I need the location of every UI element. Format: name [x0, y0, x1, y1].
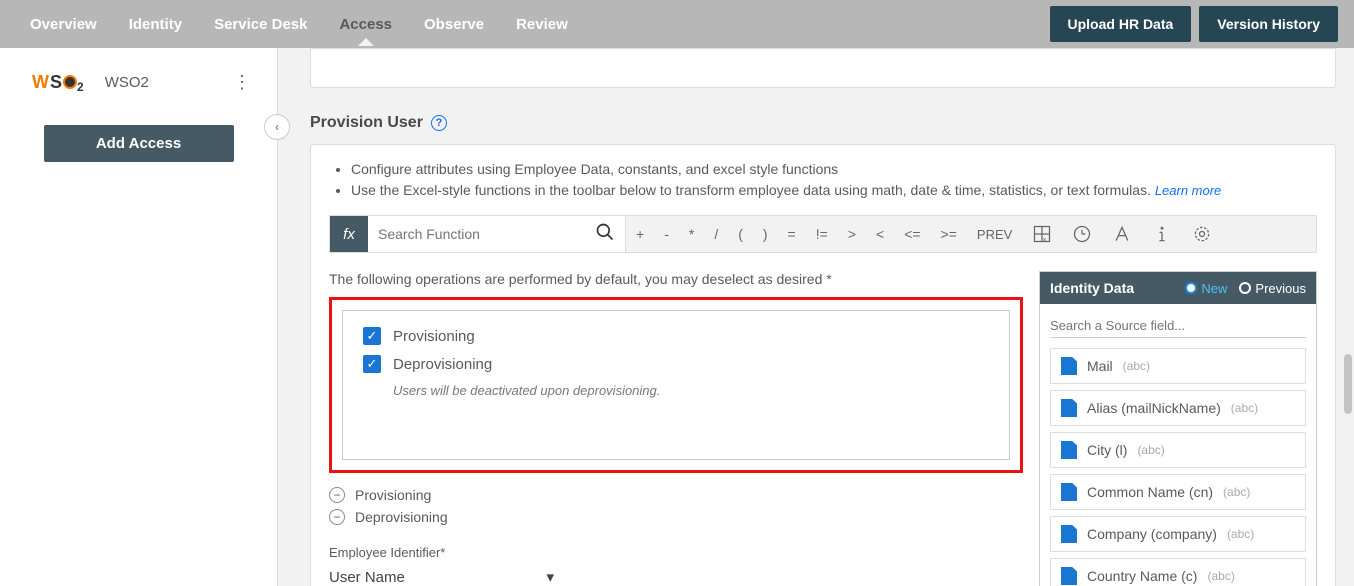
identity-new-radio[interactable]: New	[1185, 281, 1227, 296]
identity-field-type: (abc)	[1137, 443, 1164, 457]
deprovisioning-label: Deprovisioning	[393, 356, 492, 373]
deprovisioning-section-toggle[interactable]: − Deprovisioning	[329, 509, 1023, 525]
scrollbar[interactable]	[1344, 354, 1352, 574]
identity-field-type: (abc)	[1207, 569, 1234, 583]
tab-observe[interactable]: Observe	[410, 4, 498, 45]
identity-previous-radio[interactable]: Previous	[1239, 281, 1306, 296]
sidebar: WS2 WSO2 ⋮ Add Access ‹	[0, 48, 278, 586]
identity-field-label: Country Name (c)	[1087, 568, 1197, 584]
learn-more-link[interactable]: Learn more	[1155, 183, 1221, 198]
op-plus[interactable]: +	[626, 216, 654, 252]
highlighted-operations-box: ✓ Provisioning ✓ Deprovisioning Users wi…	[329, 297, 1023, 473]
tab-identity[interactable]: Identity	[115, 4, 196, 45]
identity-field-item[interactable]: Mail (abc)	[1050, 348, 1306, 384]
caret-down-icon: ▾	[546, 568, 554, 586]
identity-field-type: (abc)	[1223, 485, 1250, 499]
upload-hr-data-button[interactable]: Upload HR Data	[1050, 6, 1192, 42]
bullet-2: Use the Excel-style functions in the too…	[351, 180, 1317, 201]
identity-field-label: City (l)	[1087, 442, 1127, 458]
identity-field-item[interactable]: Company (company) (abc)	[1050, 516, 1306, 552]
identity-field-type: (abc)	[1231, 401, 1258, 415]
version-history-button[interactable]: Version History	[1199, 6, 1338, 42]
clock-icon[interactable]	[1062, 216, 1102, 252]
identity-field-label: Alias (mailNickName)	[1087, 400, 1221, 416]
identity-new-label: New	[1201, 281, 1227, 296]
identity-field-type: (abc)	[1227, 527, 1254, 541]
app-name: WSO2	[105, 74, 149, 91]
field-icon	[1061, 357, 1077, 375]
employee-identifier-label: Employee Identifier*	[329, 545, 1023, 560]
op-gt[interactable]: >	[838, 216, 866, 252]
provisioning-section-label: Provisioning	[355, 487, 431, 503]
field-icon	[1061, 525, 1077, 543]
identity-field-item[interactable]: Country Name (c) (abc)	[1050, 558, 1306, 586]
op-lparen[interactable]: (	[728, 216, 753, 252]
grid-icon[interactable]: x	[1022, 216, 1062, 252]
provisioning-label: Provisioning	[393, 328, 475, 345]
main-content: Provision User ? Configure attributes us…	[278, 48, 1354, 586]
function-toolbar: fx + - * / ( ) = != > <	[329, 215, 1317, 253]
identity-data-panel: Identity Data New Previous Mail (abc)Ali…	[1039, 271, 1317, 586]
info-icon[interactable]	[1142, 216, 1182, 252]
minus-circle-icon: −	[329, 509, 345, 525]
text-icon[interactable]	[1102, 216, 1142, 252]
identity-search-input[interactable]	[1050, 314, 1306, 338]
identity-data-title: Identity Data	[1050, 280, 1134, 296]
provisioning-checkbox[interactable]: ✓	[363, 327, 381, 345]
op-lte[interactable]: <=	[894, 216, 930, 252]
fx-icon: fx	[330, 216, 368, 252]
op-minus[interactable]: -	[654, 216, 679, 252]
help-icon[interactable]: ?	[431, 115, 447, 131]
tab-service-desk[interactable]: Service Desk	[200, 4, 321, 45]
field-icon	[1061, 441, 1077, 459]
top-nav: Overview Identity Service Desk Access Ob…	[0, 0, 1354, 48]
identity-field-label: Common Name (cn)	[1087, 484, 1213, 500]
op-prev[interactable]: PREV	[967, 216, 1022, 252]
identity-field-item[interactable]: Alias (mailNickName) (abc)	[1050, 390, 1306, 426]
nav-tabs: Overview Identity Service Desk Access Ob…	[16, 4, 582, 45]
bullet-1: Configure attributes using Employee Data…	[351, 159, 1317, 180]
employee-identifier-value: User Name	[329, 569, 405, 586]
collapsed-card	[310, 48, 1336, 88]
op-neq[interactable]: !=	[806, 216, 838, 252]
field-icon	[1061, 483, 1077, 501]
field-icon	[1061, 399, 1077, 417]
op-rparen[interactable]: )	[753, 216, 778, 252]
add-access-button[interactable]: Add Access	[44, 125, 234, 162]
operations-label: The following operations are performed b…	[329, 271, 1023, 287]
identity-field-item[interactable]: City (l) (abc)	[1050, 432, 1306, 468]
identity-field-item[interactable]: Common Name (cn) (abc)	[1050, 474, 1306, 510]
deprovisioning-section-label: Deprovisioning	[355, 509, 448, 525]
minus-circle-icon: −	[329, 487, 345, 503]
tab-review[interactable]: Review	[502, 4, 582, 45]
tab-access[interactable]: Access	[325, 4, 406, 45]
section-title: Provision User ?	[310, 114, 1336, 132]
settings-icon[interactable]	[1182, 216, 1222, 252]
op-multiply[interactable]: *	[679, 216, 704, 252]
section-title-text: Provision User	[310, 114, 423, 132]
tab-overview[interactable]: Overview	[16, 4, 111, 45]
provisioning-section-toggle[interactable]: − Provisioning	[329, 487, 1023, 503]
sidebar-kebab-icon[interactable]: ⋮	[225, 68, 259, 97]
op-gte[interactable]: >=	[931, 216, 967, 252]
identity-field-label: Company (company)	[1087, 526, 1217, 542]
identity-previous-label: Previous	[1255, 281, 1306, 296]
op-divide[interactable]: /	[704, 216, 728, 252]
field-icon	[1061, 567, 1077, 585]
identity-field-label: Mail	[1087, 358, 1113, 374]
search-function-input[interactable]	[378, 226, 595, 242]
svg-text:x: x	[1043, 237, 1047, 244]
identity-field-list[interactable]: Mail (abc)Alias (mailNickName) (abc)City…	[1040, 344, 1316, 586]
employee-identifier-select[interactable]: User Name ▾	[329, 564, 554, 586]
search-icon[interactable]	[595, 222, 615, 247]
deprovisioning-checkbox[interactable]: ✓	[363, 355, 381, 373]
op-lt[interactable]: <	[866, 216, 894, 252]
op-eq[interactable]: =	[778, 216, 806, 252]
wso2-logo: WS2	[32, 72, 85, 94]
config-card: Configure attributes using Employee Data…	[310, 144, 1336, 586]
identity-field-type: (abc)	[1123, 359, 1150, 373]
deprovisioning-note: Users will be deactivated upon deprovisi…	[393, 383, 989, 398]
